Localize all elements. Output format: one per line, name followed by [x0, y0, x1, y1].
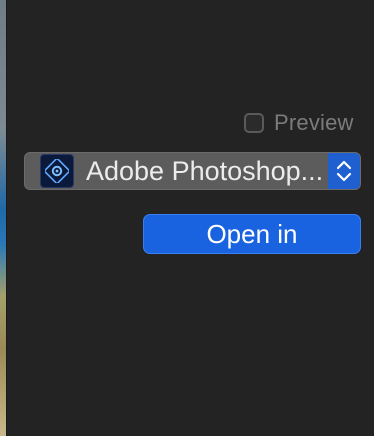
app-selector-popup[interactable]: Adobe Photoshop...	[24, 152, 361, 190]
open-in-button[interactable]: Open in	[143, 214, 361, 254]
selected-app-label: Adobe Photoshop...	[86, 155, 324, 186]
open-in-panel: Preview Adobe Photoshop... Open in	[0, 0, 374, 436]
up-down-chevron-icon[interactable]	[328, 153, 360, 189]
background-photo-edge	[0, 0, 7, 436]
preview-checkbox[interactable]	[244, 113, 264, 133]
preview-option[interactable]: Preview	[244, 110, 354, 135]
photoshop-elements-icon	[40, 154, 74, 188]
preview-label: Preview	[274, 110, 354, 135]
